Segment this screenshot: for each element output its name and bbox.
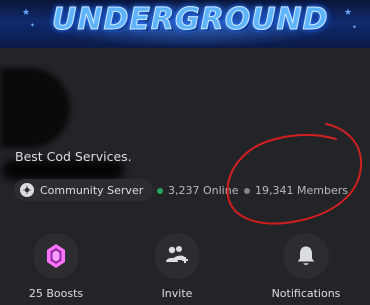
invite-label: Invite [161, 287, 193, 300]
star-icon: ✦ [352, 24, 358, 31]
online-count-label: 3,237 Online [168, 184, 239, 197]
online-dot-icon [157, 187, 163, 194]
members-dot-icon [244, 187, 250, 194]
star-icon: ★ [344, 8, 353, 18]
star-icon: ✦ [30, 22, 36, 29]
notifications-button[interactable] [283, 233, 329, 279]
invite-button[interactable] [154, 233, 200, 279]
community-server-badge[interactable]: Community Server [14, 179, 154, 201]
member-count: 19,341 Members [244, 184, 348, 197]
bell-icon [297, 246, 315, 265]
redacted-avatar [0, 68, 70, 148]
boost-gem-icon [47, 244, 65, 268]
banner-title: UNDERGROUND [52, 2, 329, 38]
notifications-label: Notifications [271, 287, 341, 300]
online-count: 3,237 Online [157, 184, 238, 197]
add-person-icon [166, 246, 188, 263]
server-banner: ★ ✦ ★ ✦ UNDERGROUND [0, 0, 370, 48]
community-server-label: Community Server [40, 183, 144, 197]
community-icon [20, 183, 34, 197]
server-description: Best Cod Services. [15, 149, 132, 164]
member-count-label: 19,341 Members [255, 184, 348, 197]
boosts-button[interactable] [33, 233, 79, 279]
star-icon: ★ [22, 8, 31, 18]
boosts-label: 25 Boosts [28, 287, 84, 300]
